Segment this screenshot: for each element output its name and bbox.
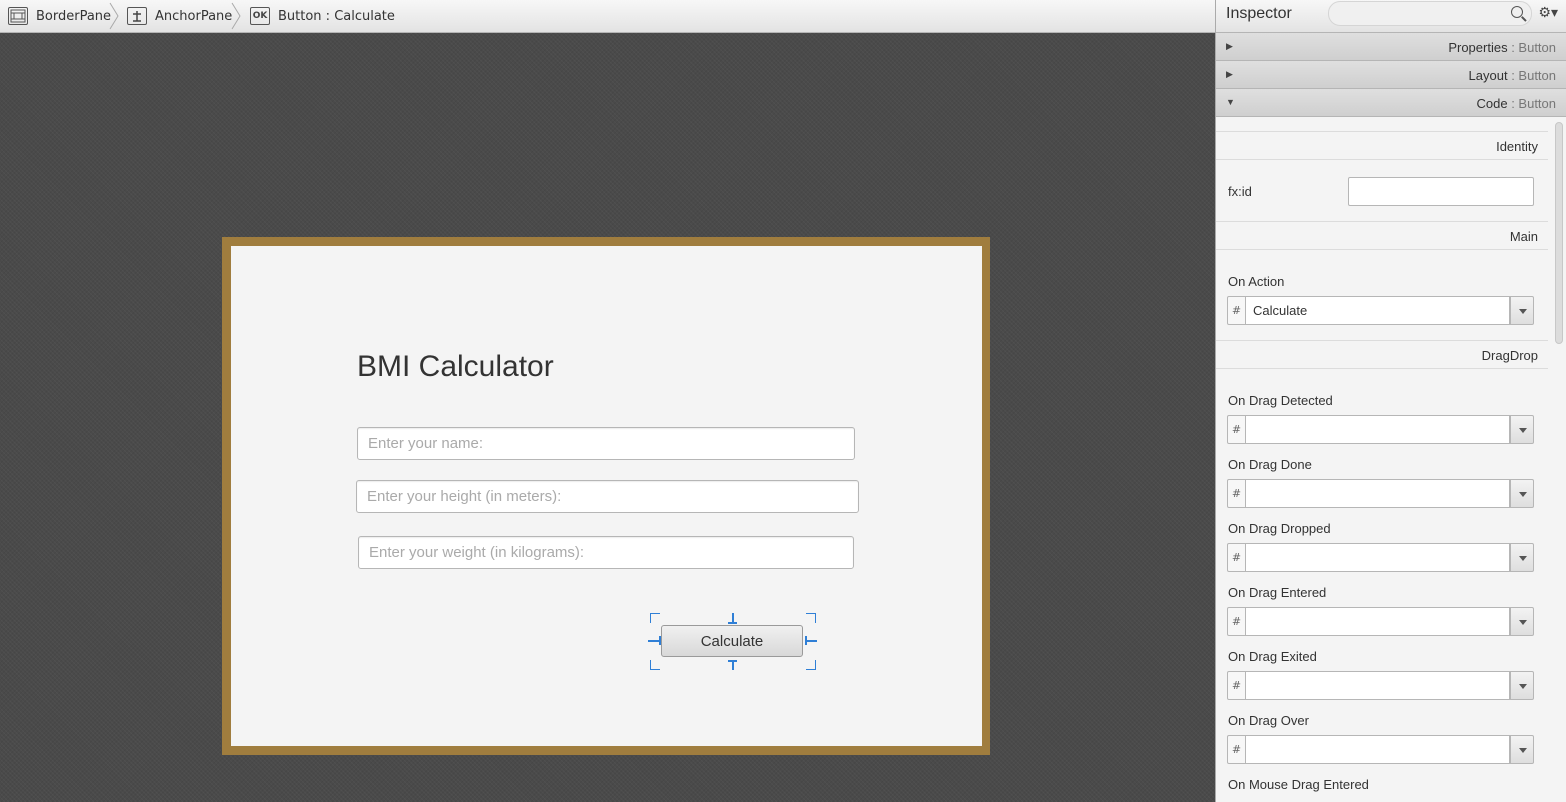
inspector-title: Inspector bbox=[1226, 5, 1292, 22]
event-combo[interactable]: # bbox=[1227, 671, 1534, 700]
inspector-scrollbar[interactable] bbox=[1555, 122, 1563, 344]
section-label: Code bbox=[1476, 96, 1508, 111]
breadcrumb-item-borderpane[interactable]: BorderPane bbox=[8, 0, 111, 32]
handle-top-bar bbox=[728, 622, 737, 624]
section-label: Properties bbox=[1448, 40, 1508, 55]
breadcrumb-label: BorderPane bbox=[36, 8, 112, 24]
event-combo[interactable]: # bbox=[1227, 607, 1534, 636]
group-dragdrop: DragDrop bbox=[1216, 340, 1548, 369]
section-sub: : Button bbox=[1507, 40, 1556, 55]
section-properties[interactable]: ▶ Properties : Button bbox=[1216, 33, 1566, 61]
section-label: Layout bbox=[1468, 68, 1508, 83]
gear-icon[interactable]: ⚙▾ bbox=[1538, 5, 1558, 21]
inspector-search-input[interactable] bbox=[1328, 1, 1532, 26]
calculate-button[interactable]: Calculate bbox=[661, 625, 803, 657]
fxid-field[interactable] bbox=[1348, 177, 1534, 206]
event-combo[interactable]: # bbox=[1227, 543, 1534, 572]
event-label: On Drag Entered bbox=[1228, 585, 1327, 600]
event-label: On Drag Over bbox=[1228, 713, 1309, 728]
event-value[interactable] bbox=[1245, 415, 1510, 444]
event-value[interactable] bbox=[1245, 479, 1510, 508]
breadcrumb: BorderPane AnchorPane OK Button : Calcul… bbox=[0, 0, 1215, 33]
collapsed-arrow-icon: ▶ bbox=[1226, 41, 1233, 51]
breadcrumb-label: AnchorPane bbox=[155, 8, 233, 24]
breadcrumb-label: Button : Calculate bbox=[278, 8, 395, 24]
event-combo[interactable]: # bbox=[1227, 479, 1534, 508]
chevron-down-icon[interactable] bbox=[1510, 607, 1534, 636]
chevron-right-icon bbox=[109, 2, 119, 30]
name-field[interactable] bbox=[357, 427, 855, 460]
section-code[interactable]: ▼ Code : Button bbox=[1216, 89, 1566, 117]
inspector-panel: Inspector ⚙▾ ▶ Properties : Button ▶ Lay… bbox=[1215, 0, 1566, 802]
height-field[interactable] bbox=[356, 480, 859, 513]
event-label: On Drag Detected bbox=[1228, 393, 1333, 408]
fxid-label: fx:id bbox=[1228, 184, 1252, 199]
on-action-value[interactable]: Calculate bbox=[1245, 296, 1510, 325]
handle-bottom-bar bbox=[728, 660, 737, 662]
event-label: On Drag Dropped bbox=[1228, 521, 1331, 536]
group-main: Main bbox=[1216, 221, 1548, 250]
chevron-down-icon[interactable] bbox=[1510, 415, 1534, 444]
hash-prefix: # bbox=[1227, 296, 1246, 325]
event-value[interactable] bbox=[1245, 607, 1510, 636]
anchorpane-icon bbox=[127, 7, 147, 25]
section-sub: : Button bbox=[1507, 96, 1556, 111]
expanded-arrow-icon: ▼ bbox=[1226, 97, 1235, 107]
chevron-down-icon[interactable] bbox=[1510, 543, 1534, 572]
handle-bottom[interactable] bbox=[732, 660, 734, 670]
event-combo[interactable]: # bbox=[1227, 415, 1534, 444]
breadcrumb-item-anchorpane[interactable]: AnchorPane bbox=[127, 0, 232, 32]
search-icon[interactable] bbox=[1511, 6, 1523, 18]
app-title-label[interactable]: BMI Calculator bbox=[357, 350, 554, 384]
chevron-down-icon[interactable] bbox=[1510, 671, 1534, 700]
hash-prefix: # bbox=[1227, 479, 1246, 508]
event-label: On Drag Done bbox=[1228, 457, 1312, 472]
hash-prefix: # bbox=[1227, 735, 1246, 764]
borderpane-icon bbox=[8, 7, 28, 25]
event-value[interactable] bbox=[1245, 735, 1510, 764]
chevron-right-icon bbox=[231, 2, 241, 30]
handle-top-right[interactable] bbox=[806, 613, 816, 623]
handle-bottom-right[interactable] bbox=[806, 660, 816, 670]
weight-field[interactable] bbox=[358, 536, 854, 569]
on-action-label: On Action bbox=[1228, 274, 1285, 289]
inspector-header: Inspector ⚙▾ bbox=[1216, 0, 1566, 33]
hash-prefix: # bbox=[1227, 671, 1246, 700]
chevron-down-icon[interactable] bbox=[1510, 296, 1534, 325]
event-combo[interactable]: # bbox=[1227, 735, 1534, 764]
section-sub: : Button bbox=[1507, 68, 1556, 83]
event-value[interactable] bbox=[1245, 671, 1510, 700]
event-value[interactable] bbox=[1245, 543, 1510, 572]
group-identity: Identity bbox=[1216, 131, 1548, 160]
chevron-down-icon[interactable] bbox=[1510, 479, 1534, 508]
section-layout[interactable]: ▶ Layout : Button bbox=[1216, 61, 1566, 89]
handle-right[interactable] bbox=[805, 640, 817, 642]
on-action-combo[interactable]: # Calculate bbox=[1227, 296, 1534, 325]
hash-prefix: # bbox=[1227, 607, 1246, 636]
button-icon: OK bbox=[250, 7, 270, 25]
handle-top-left[interactable] bbox=[650, 613, 660, 623]
event-label: On Mouse Drag Entered bbox=[1228, 777, 1369, 792]
event-label: On Drag Exited bbox=[1228, 649, 1317, 664]
chevron-down-icon[interactable] bbox=[1510, 735, 1534, 764]
hash-prefix: # bbox=[1227, 543, 1246, 572]
breadcrumb-item-button[interactable]: OK Button : Calculate bbox=[250, 0, 395, 32]
handle-right-bar bbox=[805, 636, 807, 645]
collapsed-arrow-icon: ▶ bbox=[1226, 69, 1233, 79]
handle-bottom-left[interactable] bbox=[650, 660, 660, 670]
hash-prefix: # bbox=[1227, 415, 1246, 444]
